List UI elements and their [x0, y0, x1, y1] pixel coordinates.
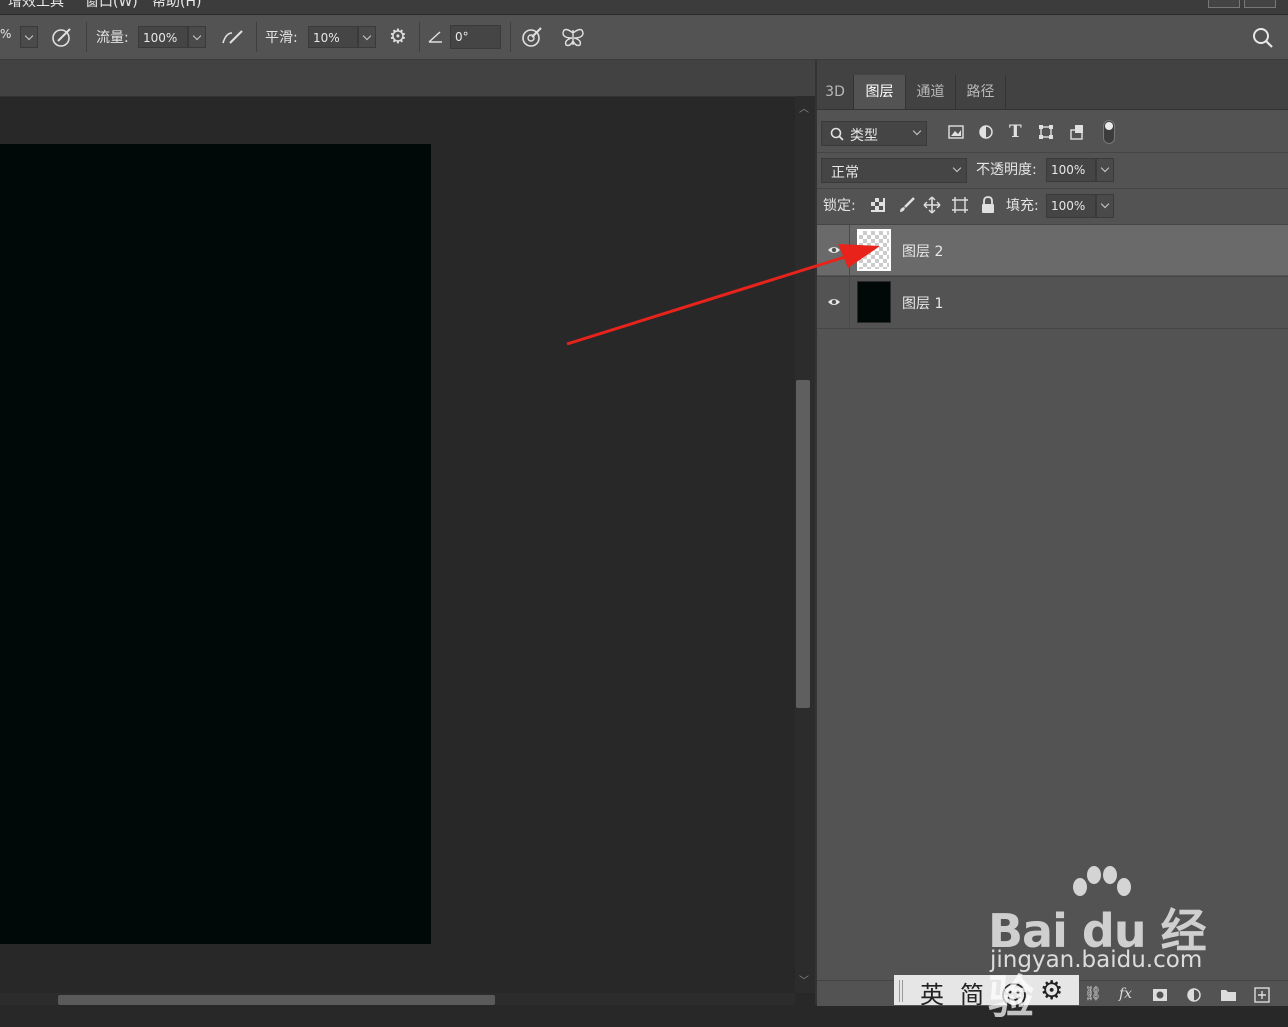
menu-plugins[interactable]: 增效工具 — [8, 0, 64, 11]
baidu-jingyan-watermark: Bai du 经验 jingyan.baidu.com — [988, 865, 1248, 1024]
panel-header — [817, 60, 1288, 75]
scroll-down-arrow[interactable]: ﹀ — [799, 972, 809, 987]
lock-image-pixels-brush-icon[interactable] — [898, 196, 916, 214]
adjustment-filter-icon[interactable] — [978, 124, 994, 140]
tab-layers[interactable]: 图层 — [854, 75, 906, 109]
size-value-fragment: % — [0, 27, 12, 41]
angle-input[interactable]: 0° — [450, 25, 501, 49]
document-tab-strip — [0, 60, 815, 97]
shape-filter-icon[interactable] — [1038, 124, 1054, 140]
menu-window[interactable]: 窗口(W) — [85, 0, 138, 11]
fill-input[interactable]: 100% — [1046, 194, 1096, 218]
flow-input[interactable]: 100% — [138, 26, 188, 48]
search-icon[interactable] — [1252, 27, 1274, 49]
blend-mode-select[interactable]: 正常 — [821, 158, 967, 183]
smoothing-label: 平滑: — [265, 30, 298, 46]
opacity-label: 不透明度: — [976, 162, 1037, 178]
maximize-button[interactable] — [1244, 0, 1276, 8]
layer-row[interactable]: 图层 1 — [817, 277, 1288, 327]
layer-name[interactable]: 图层 1 — [902, 293, 943, 313]
restore-button[interactable] — [1208, 0, 1240, 8]
scroll-up-arrow[interactable]: ︿ — [799, 100, 809, 115]
document-canvas[interactable] — [0, 144, 431, 944]
pressure-size-icon[interactable] — [520, 25, 544, 49]
separator — [256, 22, 257, 52]
smoothing-input[interactable]: 10% — [308, 26, 358, 48]
symmetry-butterfly-icon[interactable] — [560, 25, 586, 49]
smart-object-filter-icon[interactable] — [1069, 124, 1085, 140]
visibility-eye-icon[interactable] — [827, 243, 841, 257]
size-dropdown[interactable] — [20, 26, 38, 48]
layer-row-selected[interactable]: 图层 2 — [817, 225, 1288, 275]
opacity-input[interactable]: 100% — [1046, 158, 1096, 182]
new-layer-icon[interactable] — [1254, 987, 1270, 1003]
lock-artboard-icon[interactable] — [951, 196, 969, 214]
watermark-url: jingyan.baidu.com — [990, 947, 1203, 973]
separator — [86, 22, 87, 52]
blend-mode-value: 正常 — [831, 165, 859, 181]
airbrush-icon[interactable] — [220, 25, 246, 49]
lock-label: 锁定: — [823, 198, 856, 214]
chevron-down-icon — [912, 126, 922, 136]
menu-help[interactable]: 帮助(H) — [152, 0, 201, 11]
filter-kind-value: 类型 — [850, 128, 878, 144]
layer-name[interactable]: 图层 2 — [902, 241, 943, 261]
separator — [817, 188, 1288, 189]
chevron-down-icon — [952, 163, 962, 173]
layer-thumbnail-transparent — [857, 229, 891, 271]
lock-all-icon[interactable] — [980, 196, 996, 214]
ime-drag-handle[interactable] — [899, 980, 903, 1002]
separator — [419, 22, 420, 52]
search-icon — [830, 127, 844, 141]
vertical-scroll-thumb[interactable] — [796, 380, 810, 708]
image-filter-icon[interactable] — [948, 125, 964, 139]
separator — [817, 152, 1288, 153]
flow-label: 流量: — [96, 30, 129, 46]
layer-thumbnail-black — [857, 281, 891, 323]
tab-3d[interactable]: 3D — [817, 75, 854, 109]
visibility-eye-icon[interactable] — [827, 295, 841, 309]
lock-position-move-icon[interactable] — [923, 196, 941, 214]
options-bar: % 流量: 100% 平滑: 10% ⚙ 0° — [0, 15, 1288, 60]
layer-filter-select[interactable]: 类型 — [821, 121, 927, 146]
gear-icon[interactable]: ⚙ — [389, 24, 407, 48]
type-filter-icon[interactable]: T — [1009, 122, 1022, 142]
smoothing-dropdown[interactable] — [358, 26, 376, 48]
flow-dropdown[interactable] — [188, 26, 206, 48]
separator — [510, 22, 511, 52]
tab-channels[interactable]: 通道 — [906, 75, 956, 109]
opacity-dropdown[interactable] — [1096, 158, 1114, 182]
horizontal-scroll-thumb[interactable] — [58, 995, 495, 1005]
pressure-opacity-icon[interactable] — [50, 25, 74, 49]
panel-tabs: 3D 图层 通道 路径 — [817, 75, 1288, 110]
tab-paths[interactable]: 路径 — [956, 75, 1006, 109]
fill-dropdown[interactable] — [1096, 194, 1114, 218]
menu-bar: 增效工具 窗口(W) 帮助(H) — [0, 0, 1288, 15]
filter-toggle-switch[interactable] — [1103, 120, 1115, 144]
angle-icon — [428, 31, 442, 43]
fill-label: 填充: — [1006, 198, 1039, 214]
separator — [817, 328, 1288, 329]
lock-transparent-pixels-icon[interactable] — [870, 197, 886, 213]
